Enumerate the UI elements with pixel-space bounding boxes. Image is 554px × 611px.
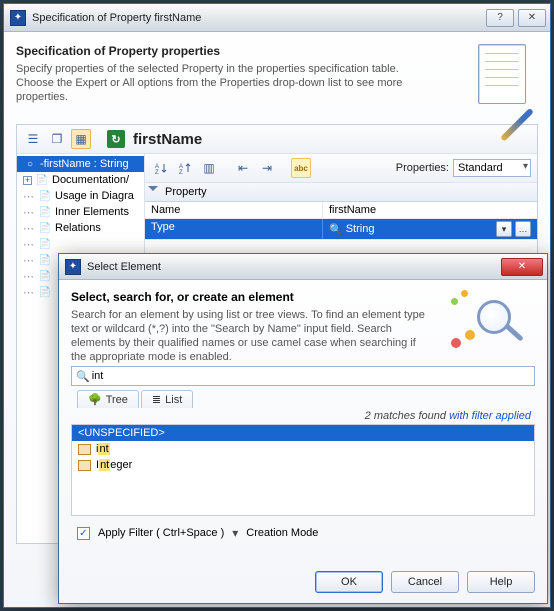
tb-collapse-icon[interactable]: ⇤: [233, 158, 253, 178]
spec-titlebar[interactable]: ✦ Specification of Property firstName ? …: [4, 4, 550, 32]
row-name-label: Name: [145, 202, 323, 218]
search-illustration-icon: [451, 290, 535, 356]
unspecified-label: <UNSPECIFIED>: [78, 427, 165, 439]
doc-node-icon: 📄: [35, 173, 49, 187]
search-icon: 🔍: [76, 370, 90, 383]
spec-window-title: Specification of Property firstName: [32, 12, 201, 24]
svg-text:Z: Z: [179, 170, 183, 175]
tab-tree-label: Tree: [106, 394, 128, 406]
tab-list[interactable]: ≣ List: [141, 390, 193, 408]
matches-count: 2 matches found: [365, 410, 449, 422]
spec-header: Specification of Property properties Spe…: [16, 42, 538, 124]
tree-node-label: -firstName : String: [40, 158, 129, 170]
result-text: Integer: [96, 459, 132, 471]
spec-header-desc: Specify properties of the selected Prope…: [16, 62, 416, 104]
usage-node-icon: 📄: [38, 189, 52, 203]
document-illustration-icon: [476, 42, 534, 112]
spec-header-title: Specification of Property properties: [16, 44, 538, 58]
tree-dots-icon: ⋯: [23, 190, 35, 203]
result-row-integer[interactable]: Integer: [72, 457, 534, 473]
help-button[interactable]: Help: [467, 571, 535, 593]
property-row-name[interactable]: Name firstName: [145, 202, 537, 219]
list-icon: ≣: [152, 393, 161, 406]
row-type-browse-button[interactable]: …: [515, 221, 531, 237]
results-header-row[interactable]: <UNSPECIFIED>: [72, 425, 534, 441]
property-group-label: Property: [165, 186, 207, 198]
select-element-window: ✦ Select Element ✕ Select, search for, o…: [58, 253, 548, 604]
apply-filter-checkbox[interactable]: ✓: [77, 527, 90, 540]
svg-text:Z: Z: [155, 170, 159, 175]
row-name-value[interactable]: firstName: [323, 202, 537, 218]
tree-node-more1[interactable]: ⋯📄: [17, 236, 144, 252]
tree-node-label: Relations: [55, 222, 101, 234]
matches-status: 2 matches found with filter applied: [75, 410, 531, 422]
app-icon: ✦: [65, 259, 81, 275]
help-button[interactable]: ?: [486, 9, 514, 27]
cancel-button[interactable]: Cancel: [391, 571, 459, 593]
result-text: int: [96, 443, 110, 455]
creation-mode-label[interactable]: Creation Mode: [246, 527, 318, 539]
property-row-type[interactable]: Type 🔍 String ▾ …: [145, 219, 537, 240]
filter-row: ✓ Apply Filter ( Ctrl+Space ) ▾ Creation…: [71, 526, 535, 540]
tree-node-label: Usage in Diagra: [55, 190, 134, 202]
tree-icon: 🌳: [88, 393, 102, 406]
funnel-icon[interactable]: ▾: [232, 526, 238, 540]
properties-toolbar: AZ AZ ▥ ⇤ ⇥ abc Properties:: [145, 154, 537, 183]
app-icon: ✦: [10, 10, 26, 26]
row-type-value-cell[interactable]: 🔍 String ▾ …: [323, 219, 537, 239]
tree-node-label: Inner Elements: [55, 206, 129, 218]
tool-highlight-icon[interactable]: ▦: [71, 129, 91, 149]
tool-copy-icon[interactable]: ❐: [47, 129, 67, 149]
datatype-icon: [78, 460, 91, 471]
row-type-label: Type: [145, 219, 323, 239]
tree-dots-icon: ⋯: [23, 222, 35, 235]
property-entity-icon: ↻: [107, 130, 125, 148]
matches-filter-link[interactable]: with filter applied: [449, 410, 531, 422]
select-header-desc: Search for an element by using list or t…: [71, 308, 431, 364]
tb-expand-icon[interactable]: ⇥: [257, 158, 277, 178]
tree-node-usage[interactable]: ⋯ 📄 Usage in Diagra: [17, 188, 144, 204]
select-window-title: Select Element: [87, 261, 161, 273]
search-input[interactable]: [90, 369, 530, 383]
tab-tree[interactable]: 🌳 Tree: [77, 390, 139, 408]
property-name-title: firstName: [133, 131, 202, 148]
tree-node-documentation[interactable]: + 📄 Documentation/: [17, 172, 144, 188]
dialog-buttons: OK Cancel Help: [71, 561, 535, 593]
properties-label: Properties:: [396, 162, 449, 174]
select-header: Select, search for, or create an element…: [71, 290, 535, 366]
ok-button[interactable]: OK: [315, 571, 383, 593]
inner-node-icon: 📄: [38, 205, 52, 219]
datatype-icon: [78, 444, 91, 455]
tb-abc-filter-icon[interactable]: abc: [291, 158, 311, 178]
tree-node-inner[interactable]: ⋯ 📄 Inner Elements: [17, 204, 144, 220]
apply-filter-label: Apply Filter ( Ctrl+Space ): [98, 527, 224, 539]
tree-dots-icon: ⋯: [23, 206, 35, 219]
view-tabs: 🌳 Tree ≣ List: [77, 390, 535, 408]
expand-icon[interactable]: +: [23, 176, 32, 185]
tree-node-relations[interactable]: ⋯ 📄 Relations: [17, 220, 144, 236]
results-list[interactable]: <UNSPECIFIED> int Integer: [71, 424, 535, 516]
panel-top-toolbar: ☰ ❐ ▦ ↻ firstName: [17, 125, 537, 154]
properties-dropdown-value: Standard: [458, 162, 503, 174]
row-type-dropdown-button[interactable]: ▾: [496, 221, 512, 237]
relations-node-icon: 📄: [38, 221, 52, 235]
tree-node-label: Documentation/: [52, 174, 129, 186]
row-type-value: String: [346, 223, 375, 235]
property-group-header[interactable]: Property: [145, 183, 537, 202]
property-node-icon: ○: [23, 157, 37, 171]
close-window1-button[interactable]: ✕: [518, 9, 546, 27]
tree-node-firstname[interactable]: ○ -firstName : String: [17, 156, 144, 172]
tb-grid-icon[interactable]: ▥: [199, 158, 219, 178]
close-window2-button[interactable]: ✕: [501, 258, 543, 276]
tb-sort-za-icon[interactable]: AZ: [175, 158, 195, 178]
tb-sort-az-icon[interactable]: AZ: [151, 158, 171, 178]
result-row-int[interactable]: int: [72, 441, 534, 457]
tab-list-label: List: [165, 394, 182, 406]
select-titlebar[interactable]: ✦ Select Element ✕: [59, 254, 547, 280]
tool-history-icon[interactable]: ☰: [23, 129, 43, 149]
search-input-box[interactable]: 🔍: [71, 366, 535, 386]
properties-dropdown[interactable]: Standard: [453, 159, 531, 177]
